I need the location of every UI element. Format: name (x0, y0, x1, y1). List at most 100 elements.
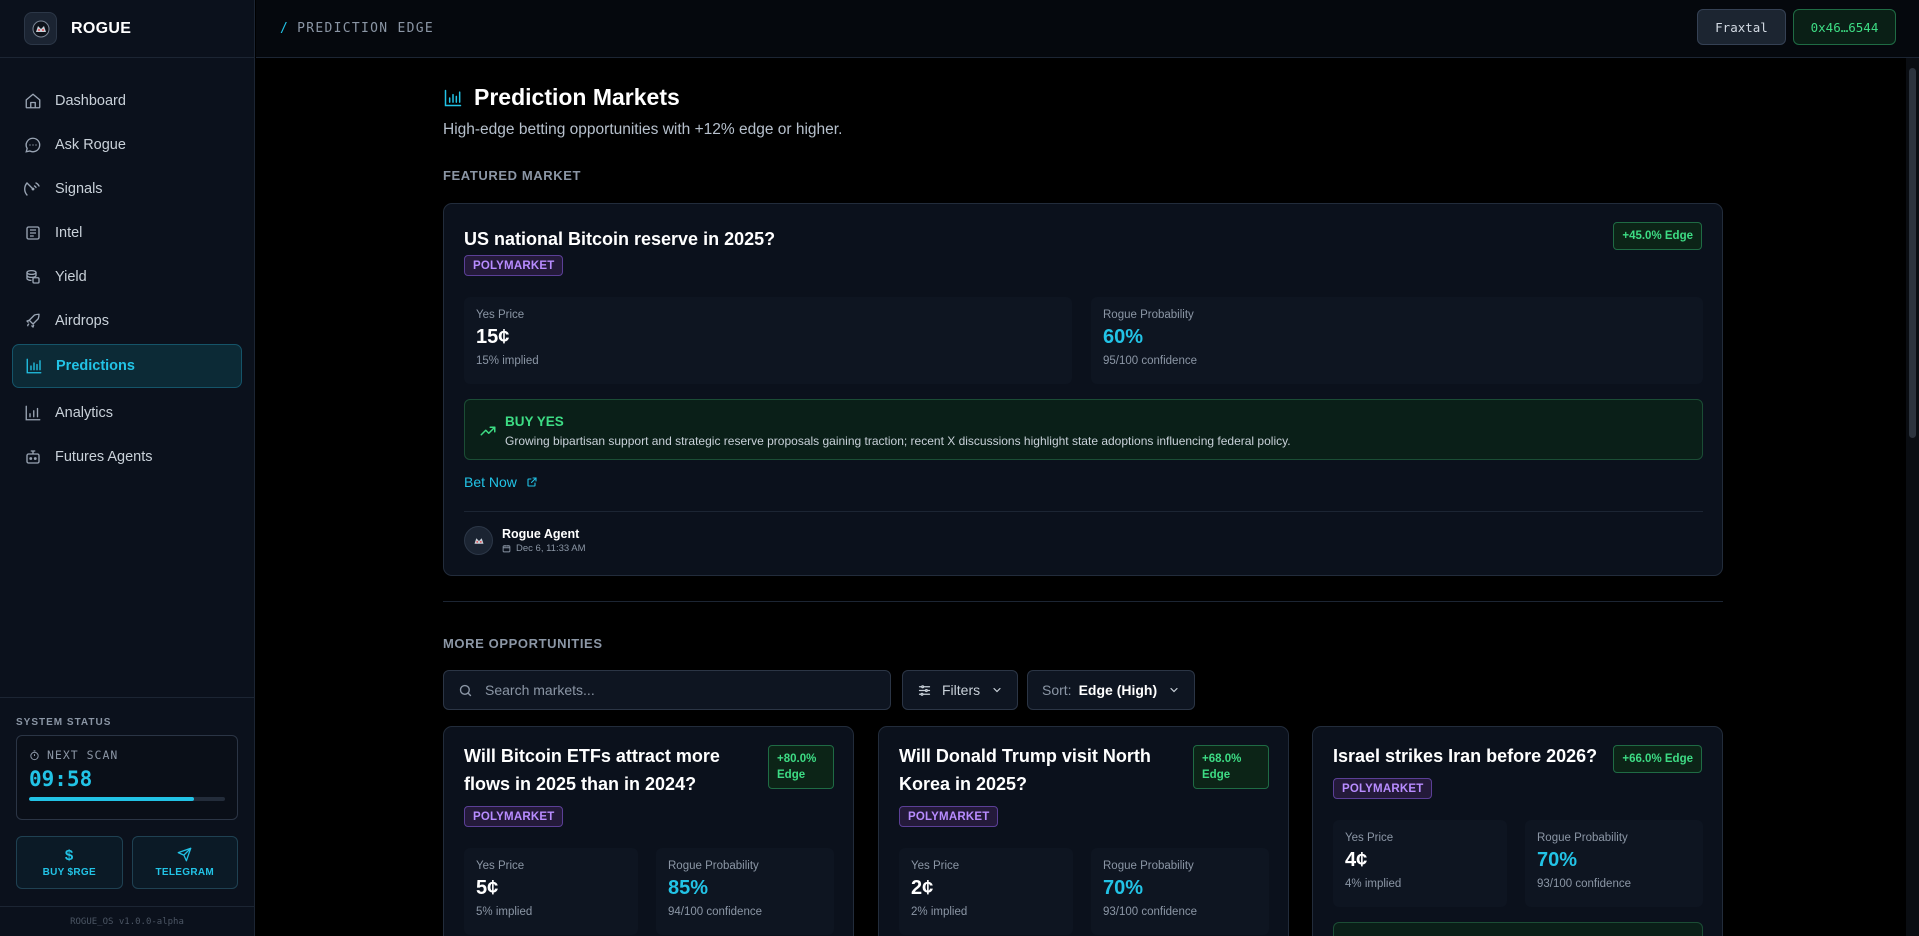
bet-now-link[interactable]: Bet Now (464, 474, 538, 490)
market-title[interactable]: Will Donald Trump visit North Korea in 2… (899, 742, 1189, 798)
app-root: ROGUE Dashboard Ask Rogue Signals Intel … (0, 0, 1919, 936)
market-title[interactable]: US national Bitcoin reserve in 2025? (464, 225, 775, 253)
sidebar-item-intel[interactable]: Intel (12, 212, 242, 254)
page-title: Prediction Markets (443, 84, 680, 111)
probability-value: 70% (1103, 877, 1144, 899)
buy-rge-label: BUY $RGE (42, 867, 96, 878)
edge-badge: +45.0% Edge (1613, 222, 1702, 250)
chart-icon (26, 358, 42, 374)
topbar: / PREDICTION EDGE Fraxtal 0x46…6544 (256, 0, 1919, 58)
source-badge: POLYMARKET (1333, 778, 1433, 799)
yes-price-stat: Yes Price 2¢ 2% implied (899, 848, 1073, 935)
sliders-icon (918, 684, 931, 696)
sidebar-nav: Dashboard Ask Rogue Signals Intel Yield … (0, 58, 254, 478)
sidebar-item-label: Futures Agents (55, 449, 153, 465)
sidebar-item-predictions[interactable]: Predictions (12, 344, 242, 388)
filters-button[interactable]: Filters (902, 670, 1019, 710)
more-section-label: MORE OPPORTUNITIES (443, 636, 603, 651)
external-link-icon (527, 477, 537, 487)
yes-implied: 15% implied (476, 355, 539, 367)
yes-price-stat: Yes Price 5¢ 5% implied (464, 848, 638, 935)
rogue-logo-icon (474, 537, 483, 544)
yes-price-stat: Yes Price 4¢ 4% implied (1333, 820, 1507, 907)
brand-name: ROGUE (71, 19, 132, 37)
yes-price-value: 2¢ (911, 877, 934, 899)
next-scan-panel: NEXT SCAN 09:58 (16, 735, 238, 820)
search-input[interactable] (485, 682, 865, 698)
market-title[interactable]: Will Bitcoin ETFs attract more flows in … (464, 742, 764, 798)
sort-dropdown[interactable]: Sort: Edge (High) (1027, 670, 1196, 710)
chart-icon (444, 89, 462, 106)
agent-name: Rogue Agent (502, 527, 580, 541)
sidebar: ROGUE Dashboard Ask Rogue Signals Intel … (0, 0, 255, 936)
search-icon (459, 684, 472, 696)
stat-label: Rogue Probability (1103, 309, 1194, 321)
brand[interactable]: ROGUE (0, 0, 254, 58)
timer-icon (30, 749, 39, 760)
sidebar-item-futures-agents[interactable]: Futures Agents (12, 436, 242, 478)
version-label: ROGUE_OS v1.0.0-alpha (0, 906, 254, 936)
sidebar-item-signals[interactable]: Signals (12, 168, 242, 210)
sidebar-item-dashboard[interactable]: Dashboard (12, 80, 242, 122)
edge-value: +80.0% (777, 753, 817, 765)
breadcrumb: / PREDICTION EDGE (280, 21, 434, 36)
source-badge: POLYMARKET (464, 806, 564, 827)
yes-price-value: 15¢ (476, 326, 510, 348)
edge-badge: +80.0% Edge (768, 745, 834, 789)
rogue-probability-stat: Rogue Probability 60% 95/100 confidence (1091, 297, 1703, 384)
card-divider (464, 511, 1703, 512)
sidebar-item-label: Signals (55, 181, 103, 197)
sidebar-item-ask-rogue[interactable]: Ask Rogue (12, 124, 242, 166)
agent-date: Dec 6, 11:33 AM (502, 543, 586, 554)
rogue-logo-icon (24, 12, 57, 45)
chevron-down-icon (1170, 687, 1178, 693)
rogue-probability-stat: Rogue Probability 85% 94/100 confidence (656, 848, 834, 935)
agent-avatar (464, 526, 493, 555)
sidebar-item-label: Ask Rogue (55, 137, 126, 153)
yes-price-value: 5¢ (476, 877, 499, 899)
sidebar-item-airdrops[interactable]: Airdrops (12, 300, 242, 342)
section-divider (443, 601, 1723, 602)
chat-icon (25, 137, 41, 153)
stat-label: Yes Price (476, 309, 525, 321)
yes-price-stat: Yes Price 15¢ 15% implied (464, 297, 1072, 384)
search-box[interactable] (443, 670, 891, 710)
system-status-label: SYSTEM STATUS (16, 717, 112, 728)
sort-label: Sort: (1042, 682, 1072, 698)
market-card: Will Donald Trump visit North Korea in 2… (878, 726, 1289, 936)
sidebar-item-label: Intel (55, 225, 83, 241)
sort-value: Edge (High) (1078, 682, 1158, 698)
scrollbar[interactable] (1906, 58, 1919, 936)
confidence-value: 93/100 confidence (1103, 906, 1197, 918)
scrollbar-thumb[interactable] (1909, 68, 1916, 438)
sidebar-item-analytics[interactable]: Analytics (12, 392, 242, 434)
featured-market-card: US national Bitcoin reserve in 2025? POL… (443, 203, 1723, 576)
scan-progress-bar (29, 797, 225, 801)
send-icon (177, 847, 192, 863)
recommendation-text: Growing bipartisan support and strategic… (505, 434, 1291, 448)
edge-badge: +68.0% Edge (1193, 745, 1269, 789)
edge-value: +68.0% (1202, 753, 1242, 765)
stat-label: Yes Price (1345, 832, 1394, 844)
source-badge: POLYMARKET (464, 255, 564, 276)
stat-label: Rogue Probability (668, 860, 759, 872)
stat-label: Rogue Probability (1537, 832, 1628, 844)
sidebar-item-label: Predictions (56, 358, 135, 374)
source-badge: POLYMARKET (899, 806, 999, 827)
confidence-value: 95/100 confidence (1103, 355, 1197, 367)
network-button[interactable]: Fraxtal (1697, 9, 1786, 45)
market-title[interactable]: Israel strikes Iran before 2026? (1333, 742, 1597, 770)
sidebar-item-label: Airdrops (55, 313, 109, 329)
rogue-probability-stat: Rogue Probability 70% 93/100 confidence (1525, 820, 1703, 907)
recommendation-title: BUY YES (505, 414, 564, 429)
wallet-button[interactable]: 0x46…6544 (1793, 9, 1896, 45)
buy-rge-button[interactable]: $ BUY $RGE (16, 836, 123, 889)
next-scan-label: NEXT SCAN (47, 748, 119, 762)
coins-icon (26, 269, 40, 284)
chevron-down-icon (993, 687, 1001, 693)
edge-badge: +66.0% Edge (1613, 745, 1702, 773)
telegram-button[interactable]: TELEGRAM (131, 836, 238, 889)
sidebar-item-yield[interactable]: Yield (12, 256, 242, 298)
edge-word: Edge (777, 769, 806, 781)
stat-label: Yes Price (476, 860, 525, 872)
